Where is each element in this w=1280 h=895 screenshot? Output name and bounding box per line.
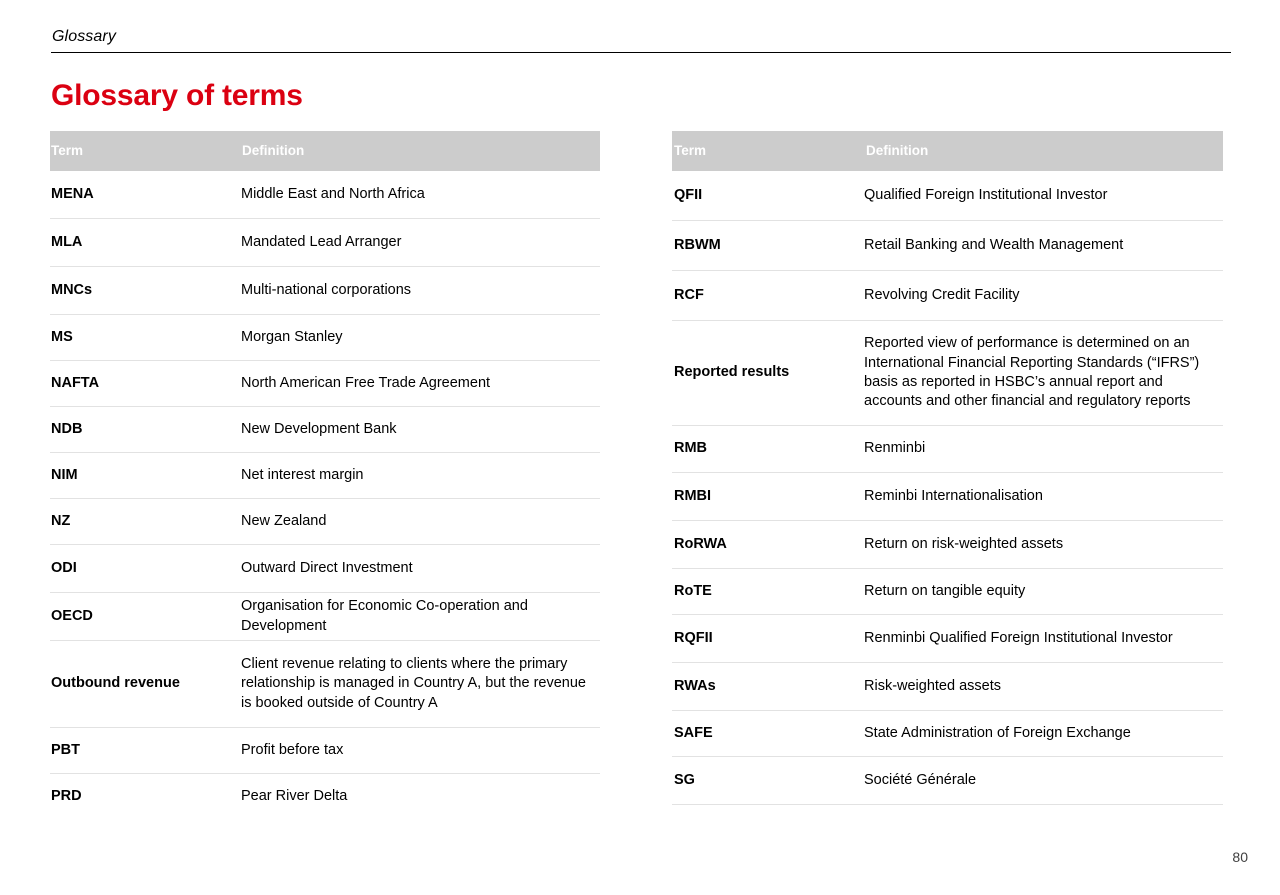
table-row: Reported results Reported view of perform…: [672, 321, 1223, 426]
table-row: RQFII Renminbi Qualified Foreign Institut…: [672, 615, 1223, 663]
table-row: RMB Renminbi: [672, 426, 1223, 473]
table-row: QFII Qualified Foreign Institutional Inve…: [672, 171, 1223, 221]
page-title: Glossary of terms: [51, 79, 303, 113]
table-header-row: Term Definition: [672, 131, 1223, 171]
table-row: RBWM Retail Banking and Wealth Management: [672, 221, 1223, 271]
glossary-definition: Société Générale: [864, 771, 977, 788]
table-row: ODI Outward Direct Investment: [50, 545, 600, 593]
glossary-term: MNCs: [51, 281, 93, 298]
table-row: MNCs Multi-national corporations: [50, 267, 600, 315]
table-body: MENA Middle East and North Africa MLA Manda…: [50, 171, 600, 820]
glossary-definition: Outward Direct Investment: [241, 559, 413, 576]
table-row: MS Morgan Stanley: [50, 315, 600, 361]
glossary-definition: Return on tangible equity: [864, 582, 1026, 599]
column-header-definition: Definition: [866, 143, 929, 159]
glossary-definition: Revolving Credit Facility: [864, 286, 1020, 303]
table-row: RCF Revolving Credit Facility: [672, 271, 1223, 321]
glossary-term: RCF: [674, 286, 704, 303]
table-row: PBT Profit before tax: [50, 728, 600, 774]
glossary-definition: Client revenue relating to clients where…: [241, 655, 586, 711]
table-row: SG Société Générale: [672, 757, 1223, 805]
glossary-term: NAFTA: [51, 374, 100, 391]
table-row: SAFE State Administration of Foreign Exch…: [672, 711, 1223, 757]
glossary-term: ODI: [51, 559, 77, 576]
table-row: NZ New Zealand: [50, 499, 600, 545]
table-row: RoRWA Return on risk-weighted assets: [672, 521, 1223, 569]
glossary-definition: Middle East and North Africa: [241, 185, 425, 202]
glossary-term: RMBI: [674, 487, 712, 504]
glossary-term: OECD: [51, 607, 93, 624]
column-header-definition: Definition: [242, 143, 305, 159]
glossary-term: RWAs: [674, 677, 716, 694]
glossary-definition: Risk-weighted assets: [864, 677, 1001, 694]
glossary-definition: Net interest margin: [241, 466, 364, 483]
glossary-term: QFII: [674, 186, 703, 203]
glossary-term: MLA: [51, 233, 83, 250]
glossary-definition: Reported view of performance is determin…: [864, 335, 1200, 410]
table-row: RoTE Return on tangible equity: [672, 569, 1223, 615]
glossary-definition: Qualified Foreign Institutional Investor: [864, 186, 1108, 203]
section-kicker: Glossary: [52, 28, 116, 45]
glossary-definition: Profit before tax: [241, 741, 344, 758]
glossary-definition: Pear River Delta: [241, 788, 348, 805]
glossary-definition: Morgan Stanley: [241, 328, 343, 345]
glossary-definition: Renminbi: [864, 440, 926, 457]
glossary-definition: New Development Bank: [241, 420, 397, 437]
table-row: MENA Middle East and North Africa: [50, 171, 600, 219]
table-row: NAFTA North American Free Trade Agreement: [50, 361, 600, 407]
column-header-term: Term: [51, 143, 84, 159]
table-row: RMBI Reminbi Internationalisation: [672, 473, 1223, 521]
glossary-term: SG: [674, 771, 695, 788]
glossary-definition: Multi-national corporations: [241, 281, 412, 298]
glossary-definition: New Zealand: [241, 512, 327, 529]
glossary-definition: Organisation for Economic Co-operation a…: [241, 598, 528, 634]
table-row: OECD Organisation for Economic Co-operati…: [50, 593, 600, 641]
table-row: RWAs Risk-weighted assets: [672, 663, 1223, 711]
glossary-term: NDB: [51, 420, 83, 437]
glossary-term: SAFE: [674, 724, 713, 741]
glossary-definition: State Administration of Foreign Exchange: [864, 724, 1131, 741]
glossary-table-left: Term Definition MENA Middle East and Nort…: [50, 131, 600, 820]
glossary-term: Outbound revenue: [51, 675, 180, 692]
glossary-table-right: Term Definition QFII Qualified Foreign In…: [672, 131, 1223, 805]
glossary-definition: Retail Banking and Wealth Management: [864, 236, 1124, 253]
glossary-term: NIM: [51, 466, 78, 483]
glossary-term: RMB: [674, 440, 708, 457]
page-number: 80: [1232, 849, 1248, 865]
header-divider: [51, 52, 1231, 53]
glossary-term: NZ: [51, 512, 71, 529]
glossary-definition: Mandated Lead Arranger: [241, 233, 402, 250]
glossary-definition: Renminbi Qualified Foreign Institutional…: [864, 629, 1173, 646]
glossary-term: MS: [51, 328, 73, 345]
glossary-definition: Reminbi Internationalisation: [864, 487, 1043, 504]
glossary-term: Reported results: [674, 364, 790, 381]
glossary-term: MENA: [51, 185, 94, 202]
glossary-definition: Return on risk-weighted assets: [864, 535, 1064, 552]
table-row: NDB New Development Bank: [50, 407, 600, 453]
slide-page: Glossary Glossary of terms Term Definiti…: [0, 0, 1280, 895]
column-header-term: Term: [674, 143, 707, 159]
table-header-row: Term Definition: [50, 131, 600, 171]
glossary-term: RoTE: [674, 582, 712, 599]
table-body: QFII Qualified Foreign Institutional Inve…: [672, 171, 1223, 805]
glossary-term: PBT: [51, 741, 80, 758]
table-row: NIM Net interest margin: [50, 453, 600, 499]
glossary-term: RBWM: [674, 236, 721, 253]
glossary-definition: North American Free Trade Agreement: [241, 374, 491, 391]
table-row: MLA Mandated Lead Arranger: [50, 219, 600, 267]
glossary-term: RQFII: [674, 629, 713, 646]
table-row: PRD Pear River Delta: [50, 774, 600, 820]
glossary-term: PRD: [51, 788, 82, 805]
table-row: Outbound revenue Client revenue relating …: [50, 641, 600, 728]
glossary-term: RoRWA: [674, 535, 727, 552]
